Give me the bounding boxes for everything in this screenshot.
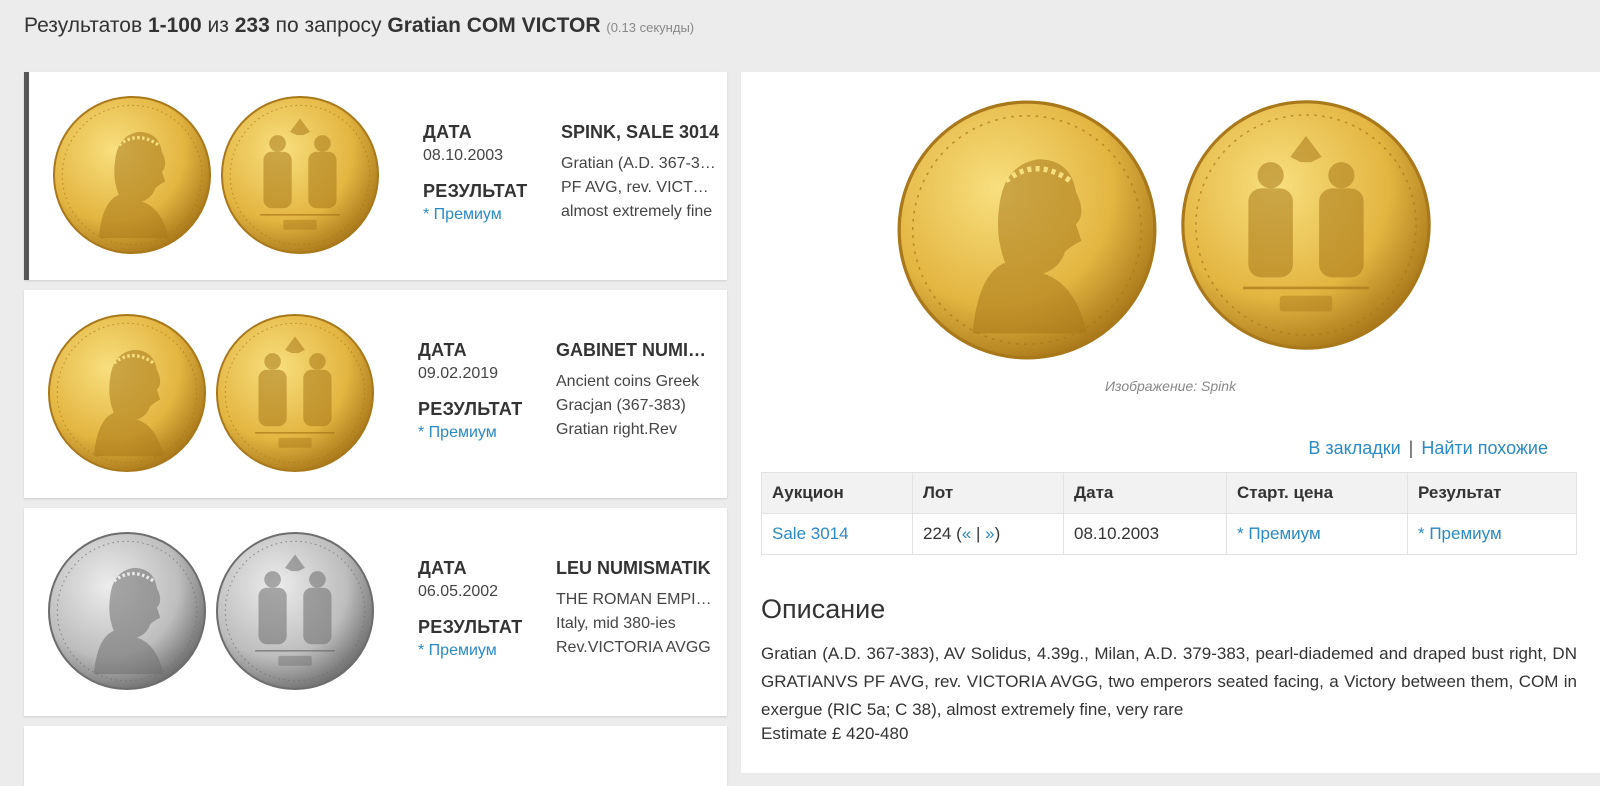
coin-images[interactable] <box>40 528 380 698</box>
lot-image[interactable] <box>891 94 1451 364</box>
date-cell: 08.10.2003 <box>1063 513 1227 555</box>
separator: | <box>1408 438 1414 458</box>
date-value: 09.02.2019 <box>418 365 499 382</box>
date-label: ДАТА <box>423 122 472 142</box>
snippet-line: Rev.VICTORIA AVGG <box>556 639 711 656</box>
lot-detail-panel: Изображение: Spink В закладки | Найти похо… <box>741 72 1600 773</box>
result-snippet[interactable]: LEU NUMISMATIK THE ROMAN EMPIRE Italy, m… <box>556 558 716 657</box>
lot-reverse-image[interactable] <box>1175 94 1437 356</box>
date-label: ДАТА <box>418 558 467 578</box>
estimate-text: Estimate £ 420-480 <box>761 724 909 743</box>
auction-name[interactable]: LEU NUMISMATIK <box>556 558 716 579</box>
premium-link[interactable]: * Премиум <box>418 642 497 659</box>
next-lot-link[interactable]: » <box>985 524 994 543</box>
prev-lot-link[interactable]: « <box>962 524 971 543</box>
description-text: Gratian (A.D. 367-383), AV Solidus, 4.39… <box>761 644 1577 719</box>
table-row: Sale 3014 224 (« | ») 08.10.2003 * Преми… <box>761 513 1577 555</box>
start-price-premium-link[interactable]: * Премиум <box>1237 524 1321 543</box>
results-summary: Результатов 1-100 из 233 по запросу Grat… <box>24 14 695 37</box>
date-value: 08.10.2003 <box>423 147 504 164</box>
auction-name[interactable]: GABINET NUMIZMATYCZNY <box>556 340 716 361</box>
snippet-line: THE ROMAN EMPIRE <box>556 591 716 608</box>
result-label: РЕЗУЛЬТАТ <box>423 181 528 201</box>
result-card[interactable]: ДАТА 06.05.2002 РЕЗУЛЬТАТ * Премиум LEU … <box>24 508 727 716</box>
auction-link[interactable]: Sale 3014 <box>772 524 849 543</box>
snippet-line: PF AVG, rev. VICTORIA <box>561 179 721 196</box>
result-meta: ДАТА 06.05.2002 РЕЗУЛЬТАТ * Премиум <box>418 558 538 660</box>
snippet-line: Gratian right.Rev <box>556 421 677 438</box>
search-query: Gratian COM VICTOR <box>387 14 601 37</box>
result-meta: ДАТА 08.10.2003 РЕЗУЛЬТАТ * Премиум <box>423 122 543 224</box>
lot-table: Аукцион Лот Дата Старт. цена Результат S… <box>761 472 1577 555</box>
coin-reverse-image[interactable] <box>212 310 378 476</box>
date-label: ДАТА <box>418 340 467 360</box>
snippet-line: almost extremely fine <box>561 203 713 220</box>
result-label: РЕЗУЛЬТАТ <box>418 617 523 637</box>
premium-link[interactable]: * Премиум <box>418 424 497 441</box>
result-card[interactable]: ДАТА 08.10.2003 РЕЗУЛЬТАТ * Премиум SPIN… <box>24 72 727 280</box>
result-meta: ДАТА 09.02.2019 РЕЗУЛЬТАТ * Премиум <box>418 340 538 442</box>
col-date: Дата <box>1063 472 1227 514</box>
result-snippet[interactable]: GABINET NUMIZMATYCZNY Ancient coins Gree… <box>556 340 716 439</box>
image-credit: Изображение: Spink <box>1104 378 1237 394</box>
coin-reverse-image[interactable] <box>212 528 378 694</box>
col-start-price: Старт. цена <box>1226 472 1408 514</box>
bookmark-link[interactable]: В закладки <box>1308 438 1400 458</box>
result-snippet[interactable]: SPINK, SALE 3014 Gratian (A.D. 367-383) … <box>561 122 721 221</box>
snippet-line: Gracjan (367-383) <box>556 397 686 414</box>
find-similar-link[interactable]: Найти похожие <box>1421 438 1548 458</box>
coin-obverse-image[interactable] <box>49 92 215 258</box>
result-card[interactable] <box>24 726 727 786</box>
snippet-line: Italy, mid 380-ies <box>556 615 676 632</box>
result-label: РЕЗУЛЬТАТ <box>418 399 523 419</box>
coin-obverse-image[interactable] <box>44 528 210 694</box>
snippet-line: Gratian (A.D. 367-383) <box>561 155 721 172</box>
coin-images[interactable] <box>40 310 380 480</box>
date-value: 06.05.2002 <box>418 583 499 600</box>
col-lot: Лот <box>912 472 1064 514</box>
col-auction: Аукцион <box>761 472 913 514</box>
lot-obverse-image[interactable] <box>891 94 1163 366</box>
auction-name[interactable]: SPINK, SALE 3014 <box>561 122 721 143</box>
result-premium-link[interactable]: * Премиум <box>1418 524 1502 543</box>
premium-link[interactable]: * Премиум <box>423 206 502 223</box>
coin-obverse-image[interactable] <box>44 310 210 476</box>
search-time: (0.13 секунды) <box>606 20 695 35</box>
result-card[interactable]: ДАТА 09.02.2019 РЕЗУЛЬТАТ * Премиум GABI… <box>24 290 727 498</box>
description-heading: Описание <box>761 594 886 624</box>
coin-images[interactable] <box>45 92 385 262</box>
col-result: Результат <box>1407 472 1577 514</box>
lot-cell: 224 (« | ») <box>912 513 1064 555</box>
lot-actions: В закладки | Найти похожие <box>1308 438 1548 459</box>
coin-reverse-image[interactable] <box>217 92 383 258</box>
snippet-line: Ancient coins Greek <box>556 373 700 390</box>
